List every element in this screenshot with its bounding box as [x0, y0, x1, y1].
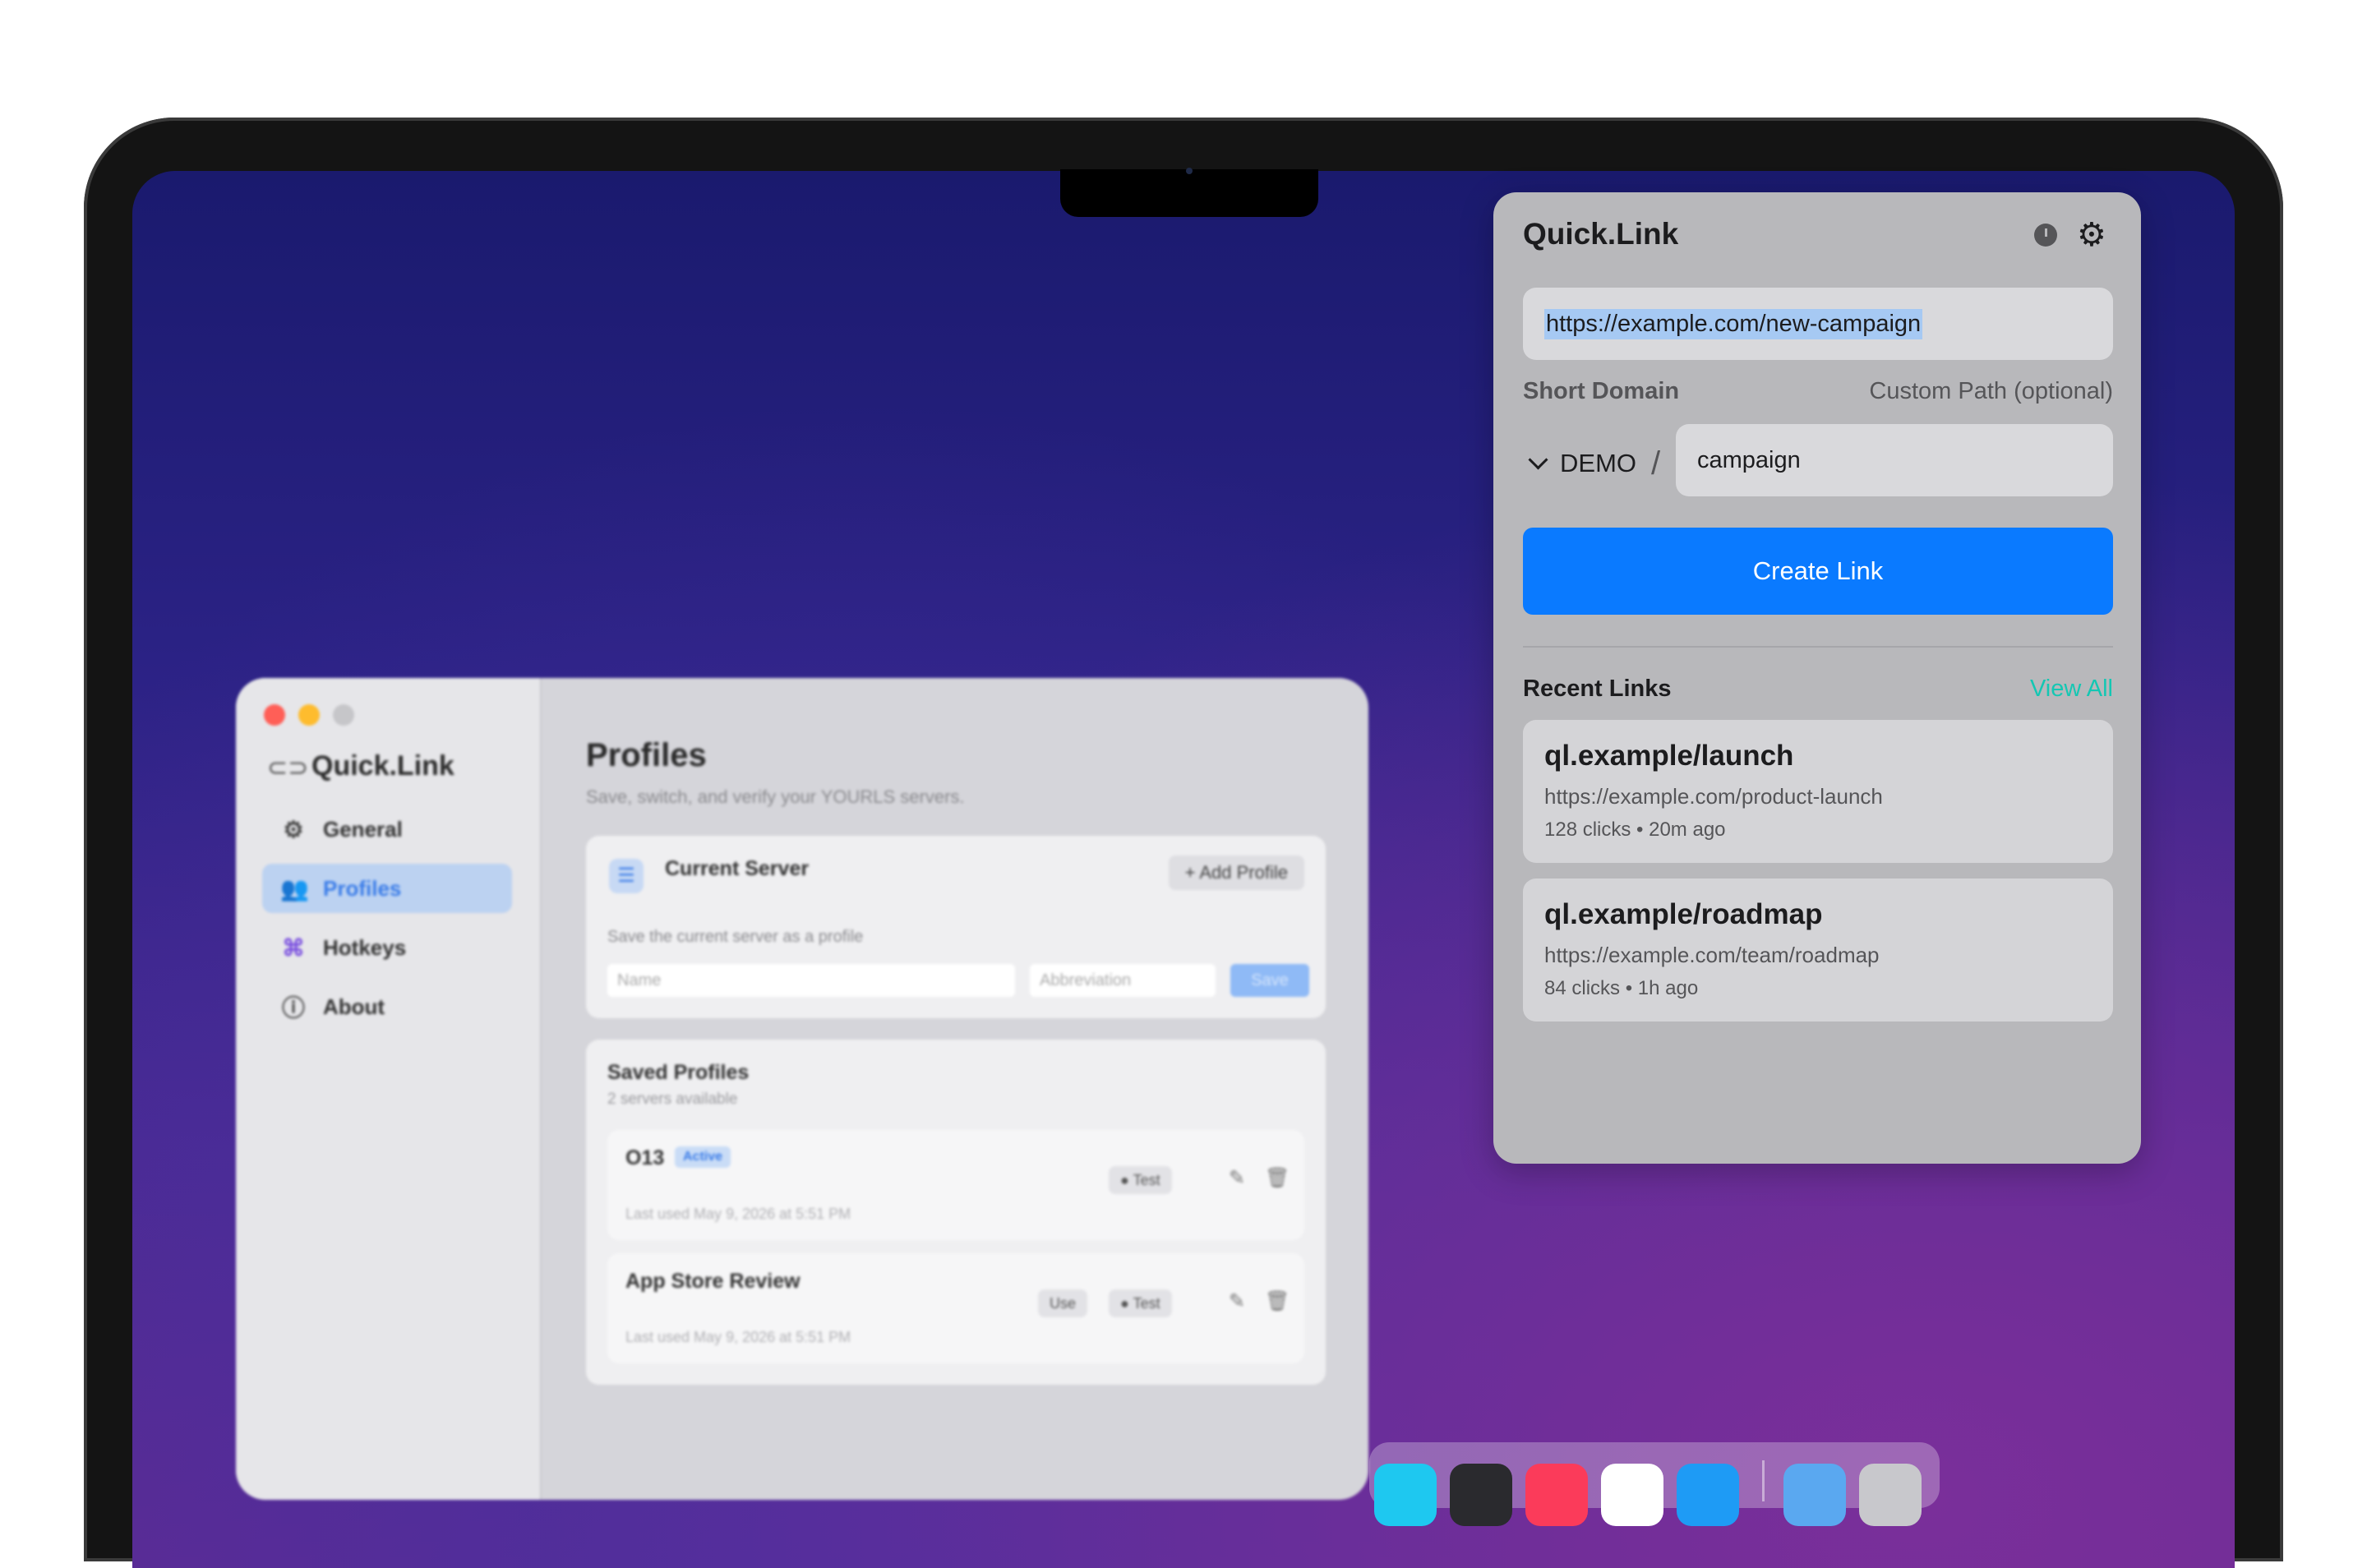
camera-dot — [1186, 168, 1193, 174]
app-store-icon[interactable] — [1677, 1464, 1739, 1526]
server-icon: ☰ — [609, 859, 644, 893]
active-badge: Active — [675, 1146, 731, 1168]
quicklink-popover: Quick.Link ⚙ https://example.com/new-cam… — [1493, 192, 2141, 1164]
dock — [1369, 1442, 1940, 1526]
short-domain-select[interactable]: DEMO — [1523, 439, 1636, 488]
url-input-value: https://example.com/new-campaign — [1544, 308, 1923, 339]
link-stats: 128 clicks • 20m ago — [1544, 819, 1726, 841]
folder-icon[interactable] — [1783, 1464, 1846, 1526]
current-server-description: Save the current server as a profile — [607, 928, 864, 946]
edit-icon[interactable]: ✎ — [1229, 1166, 1245, 1190]
profile-row[interactable]: App Store Review Last used May 9, 2026 a… — [607, 1253, 1304, 1363]
profile-name: App Store Review — [625, 1270, 801, 1293]
save-profile-button[interactable]: Save — [1230, 964, 1309, 997]
profile-name: O13 — [625, 1146, 665, 1169]
create-link-button[interactable]: Create Link — [1523, 528, 2113, 615]
test-label: Test — [1133, 1172, 1160, 1188]
sidebar-item-label: General — [323, 816, 403, 842]
settings-sidebar: ⊂⊃ Quick.Link ⚙ General 👥 Profiles ⌘ Hot… — [236, 678, 542, 1500]
saved-profiles-count: 2 servers available — [607, 1091, 738, 1108]
gear-icon: ⚙ — [283, 816, 304, 842]
sidebar-item-general[interactable]: ⚙ General — [262, 805, 512, 854]
command-icon: ⌘ — [282, 934, 305, 961]
popover-title: Quick.Link — [1523, 217, 1679, 251]
recent-link-card[interactable]: ql.example/launch https://example.com/pr… — [1523, 720, 2113, 863]
saved-profiles-title: Saved Profiles — [607, 1061, 750, 1084]
profile-name-input[interactable]: Name — [607, 964, 1015, 997]
sidebar-item-label: About — [323, 994, 385, 1019]
close-window-button[interactable] — [264, 704, 285, 726]
chevron-down-icon — [1528, 449, 1548, 470]
custom-path-label: Custom Path (optional) — [1869, 378, 2113, 404]
use-profile-button[interactable]: Use — [1038, 1289, 1088, 1317]
path-separator: / — [1651, 445, 1661, 482]
recent-links-title: Recent Links — [1523, 676, 1672, 702]
short-domain-value: DEMO — [1560, 449, 1636, 477]
trash-icon[interactable]: 🗑 — [1265, 1166, 1290, 1190]
custom-path-input[interactable]: campaign — [1676, 424, 2113, 496]
edit-icon[interactable]: ✎ — [1229, 1289, 1245, 1313]
profile-last-used: Last used May 9, 2026 at 5:51 PM — [625, 1329, 851, 1345]
sidebar-item-about[interactable]: ⓘ About — [262, 982, 512, 1031]
page-subtitle: Save, switch, and verify your YOURLS ser… — [586, 786, 965, 807]
sidebar-item-profiles[interactable]: 👥 Profiles — [262, 864, 512, 913]
history-clock-icon[interactable] — [2034, 224, 2057, 247]
news-icon[interactable] — [1601, 1464, 1663, 1526]
zoom-window-button[interactable] — [333, 704, 354, 726]
settings-window[interactable]: ⊂⊃ Quick.Link ⚙ General 👥 Profiles ⌘ Hot… — [236, 678, 1368, 1500]
test-profile-button[interactable]: ● Test — [1109, 1166, 1172, 1194]
page-title: Profiles — [586, 737, 707, 773]
current-server-card: ☰ Current Server + Add Profile Save the … — [586, 836, 1326, 1018]
short-link: ql.example/launch — [1544, 740, 1794, 772]
sidebar-app-title: Quick.Link — [311, 750, 454, 782]
saved-profiles-card: Saved Profiles 2 servers available O13 A… — [586, 1040, 1326, 1385]
recent-link-card[interactable]: ql.example/roadmap https://example.com/t… — [1523, 879, 2113, 1022]
view-all-link[interactable]: View All — [2030, 676, 2113, 703]
test-label: Test — [1133, 1295, 1160, 1312]
link-stats: 84 clicks • 1h ago — [1544, 977, 1699, 999]
profile-last-used: Last used May 9, 2026 at 5:51 PM — [625, 1206, 851, 1222]
trash-icon[interactable] — [1859, 1464, 1922, 1526]
short-link: ql.example/roadmap — [1544, 898, 1823, 930]
current-server-title: Current Server — [665, 857, 810, 880]
destination-url: https://example.com/product-launch — [1544, 784, 1883, 809]
music-icon[interactable] — [1525, 1464, 1588, 1526]
link-icon: ⊂⊃ — [267, 754, 309, 782]
test-profile-button[interactable]: ● Test — [1109, 1289, 1172, 1317]
sidebar-item-label: Hotkeys — [323, 934, 407, 960]
profile-abbreviation-input[interactable]: Abbreviation — [1030, 964, 1216, 997]
camera-notch — [1060, 169, 1318, 217]
url-input[interactable]: https://example.com/new-campaign — [1523, 288, 2113, 360]
info-icon: ⓘ — [281, 995, 305, 1021]
minimize-window-button[interactable] — [298, 704, 320, 726]
sidebar-item-hotkeys[interactable]: ⌘ Hotkeys — [262, 923, 512, 972]
dock-separator — [1762, 1460, 1765, 1501]
short-domain-label: Short Domain — [1523, 378, 1680, 404]
trash-icon[interactable]: 🗑 — [1265, 1289, 1290, 1313]
gear-icon[interactable]: ⚙ — [2077, 214, 2106, 256]
terminal-icon[interactable] — [1450, 1464, 1512, 1526]
profile-row[interactable]: O13 Active Last used May 9, 2026 at 5:51… — [607, 1130, 1304, 1240]
messages-icon[interactable] — [1374, 1464, 1437, 1526]
add-profile-button[interactable]: + Add Profile — [1168, 855, 1304, 890]
people-icon: 👥 — [280, 875, 309, 902]
destination-url: https://example.com/team/roadmap — [1544, 943, 1880, 967]
sidebar-item-label: Profiles — [323, 875, 402, 901]
divider — [1523, 646, 2113, 648]
